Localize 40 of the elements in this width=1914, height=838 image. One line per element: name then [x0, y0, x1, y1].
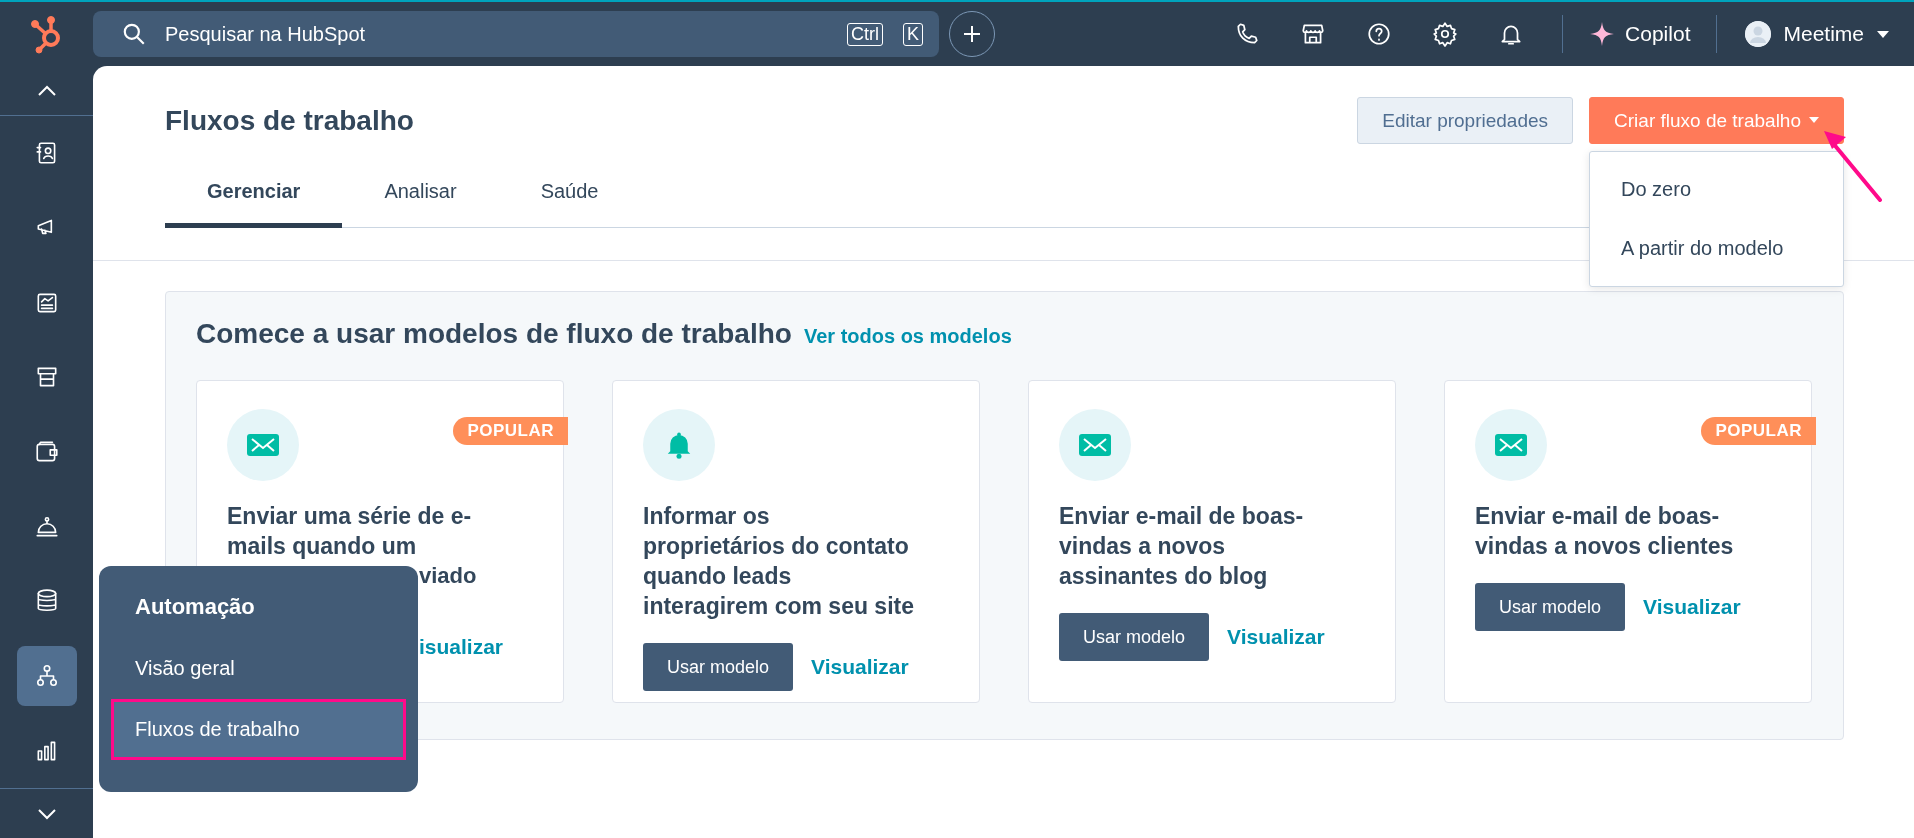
tab[interactable]: Saúde: [498, 166, 641, 228]
tab[interactable]: Analisar: [342, 166, 499, 228]
use-template-button[interactable]: Usar modelo: [1475, 583, 1626, 631]
account-menu[interactable]: Meetime: [1735, 21, 1890, 47]
caret-icon: [1876, 29, 1890, 39]
store-icon[interactable]: [1300, 21, 1327, 47]
menu-item[interactable]: Do zero: [1590, 160, 1843, 219]
card-title: Informar os proprietários do contato quando leads interagirem com seu site: [643, 502, 915, 621]
shortcut-key: K: [903, 22, 923, 46]
card-title: Enviar uma série de e-mails quando um: [227, 502, 473, 561]
menu-title: Automação: [134, 593, 256, 621]
caret-icon: [1809, 117, 1819, 124]
page-title: Fluxos de trabalho: [165, 104, 415, 137]
copilot-button[interactable]: Copilot: [1581, 21, 1699, 47]
use-template-button[interactable]: Usar modelo: [643, 643, 794, 691]
sidebar-item[interactable]: [16, 645, 77, 706]
preview-link[interactable]: isualizar: [419, 635, 504, 659]
section-heading: Comece a usar modelos de fluxo de trabalho: [196, 318, 792, 350]
settings-icon[interactable]: [1432, 21, 1459, 47]
card-title: Enviar e-mail de boas-vindas a novos assinantes do blog: [1059, 502, 1305, 591]
card-title: viado: [418, 562, 477, 590]
phone-icon[interactable]: [1234, 21, 1261, 47]
search-input[interactable]: Pesquisar na HubSpot: [163, 10, 827, 58]
shortcut-key: Ctrl: [847, 22, 883, 46]
popular-badge: POPULAR: [1701, 417, 1816, 445]
menu-item[interactable]: A partir do modelo: [1590, 219, 1843, 278]
avatar-icon: [1745, 21, 1772, 47]
menu-item[interactable]: Fluxos de trabalho: [111, 699, 406, 760]
preview-link[interactable]: Visualizar: [811, 655, 909, 679]
use-template-button[interactable]: Usar modelo: [1059, 613, 1210, 661]
menu-item[interactable]: Visão geral: [111, 638, 406, 699]
search-icon: [121, 21, 147, 47]
card-title: Enviar e-mail de boas-vindas a novos clientes: [1475, 502, 1735, 561]
search-field[interactable]: Pesquisar na HubSpot Ctrl K: [93, 11, 939, 57]
edit-properties-button[interactable]: Editar propriedades: [1357, 97, 1574, 144]
popular-badge: POPULAR: [453, 417, 568, 445]
tab[interactable]: Gerenciar: [165, 166, 343, 228]
help-icon[interactable]: [1366, 21, 1393, 47]
preview-link[interactable]: Visualizar: [1643, 595, 1741, 619]
preview-link[interactable]: Visualizar: [1227, 625, 1325, 649]
